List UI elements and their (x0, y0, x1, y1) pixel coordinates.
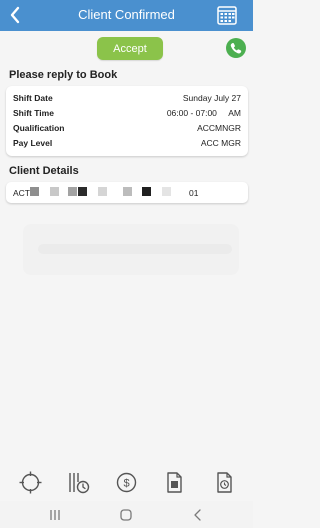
client-details-card: ACT 01 (6, 182, 248, 203)
system-back-icon[interactable] (191, 508, 205, 522)
redaction-block (30, 187, 39, 196)
phone-icon (230, 42, 242, 54)
system-navigation-bar (0, 501, 253, 528)
pay-level-value: ACC MGR (200, 138, 241, 148)
redaction-block (68, 187, 77, 196)
redaction-block (142, 187, 151, 196)
bottom-navigation: $ (0, 465, 253, 501)
pay-level-label: Pay Level (13, 138, 53, 148)
loading-placeholder-line (38, 244, 232, 254)
timesheet-clock-icon[interactable] (66, 470, 91, 495)
shift-date-row: Shift Date Sunday July 27 (13, 92, 241, 105)
document-icon[interactable] (162, 470, 187, 495)
client-code-prefix: ACT (13, 188, 30, 198)
client-section-title: Client Details (9, 165, 79, 177)
shift-details-card: Shift Date Sunday July 27 Shift Time 06:… (6, 86, 248, 156)
redaction-block (123, 187, 132, 196)
compass-icon[interactable] (18, 470, 43, 495)
accept-button[interactable]: Accept (97, 37, 163, 60)
dollar-icon[interactable]: $ (114, 470, 139, 495)
redaction-block (98, 187, 107, 196)
svg-text:$: $ (123, 478, 129, 490)
shift-date-label: Shift Date (13, 93, 53, 103)
pay-level-row: Pay Level ACC MGR (13, 137, 241, 150)
qualification-value: ACCMNGR (197, 123, 241, 133)
calendar-icon[interactable] (216, 4, 238, 26)
client-code-suffix: 01 (189, 188, 199, 198)
recent-apps-icon[interactable] (48, 508, 62, 522)
qualification-row: Qualification ACCMNGR (13, 122, 241, 135)
shift-time-label: Shift Time (13, 108, 54, 118)
redaction-block (78, 187, 87, 196)
document-clock-icon[interactable] (212, 470, 237, 495)
shift-date-value: Sunday July 27 (182, 93, 241, 103)
shift-time-row: Shift Time 06:00 - 07:00 AM (13, 107, 241, 120)
reply-section-title: Please reply to Book (9, 69, 118, 81)
action-bar: Accept (0, 36, 253, 62)
phone-button[interactable] (226, 38, 246, 58)
redaction-block (50, 187, 59, 196)
redaction-block (162, 187, 171, 196)
app-header: Client Confirmed (0, 0, 253, 31)
shift-time-value: 06:00 - 07:00 AM (166, 108, 241, 118)
qualification-label: Qualification (13, 123, 65, 133)
home-icon[interactable] (119, 508, 133, 522)
